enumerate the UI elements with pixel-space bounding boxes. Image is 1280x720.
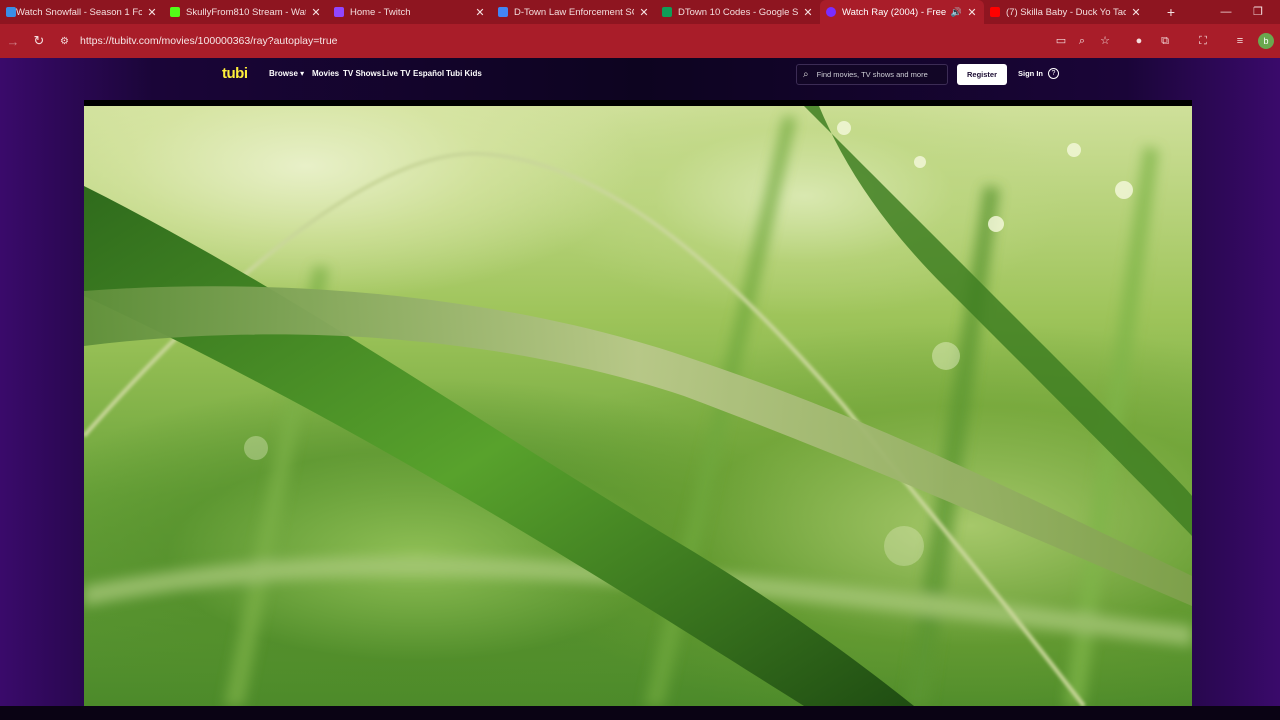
minimize-button[interactable]: — <box>1210 0 1242 24</box>
speaker-icon[interactable]: 🔊 <box>951 7 962 18</box>
tab-title: Home - Twitch <box>350 6 411 18</box>
browser-tab[interactable]: DTown 10 Codes - Google Shee ✕ <box>656 0 820 24</box>
zoom-icon[interactable]: ⌕ <box>1074 33 1090 49</box>
browser-tab[interactable]: (7) Skilla Baby - Duck Yo Taco ( ✕ <box>984 0 1148 24</box>
nav-tv-shows[interactable]: TV Shows <box>343 69 381 78</box>
google-sheets-favicon-icon <box>662 7 672 17</box>
google-docs-favicon-icon <box>498 7 508 17</box>
browser-tab-active[interactable]: Watch Ray (2004) - Free Mo 🔊 ✕ <box>820 0 984 24</box>
extensions-puzzle-icon[interactable]: ⧉ <box>1157 33 1173 49</box>
kick-favicon-icon <box>170 7 180 17</box>
search-icon: ⌕ <box>803 69 809 80</box>
search-input[interactable] <box>816 70 937 79</box>
url-text: https://tubitv.com/movies/100000363/ray?… <box>80 35 338 47</box>
close-tab-icon[interactable]: ✕ <box>966 6 978 19</box>
tubi-favicon-icon <box>826 7 836 17</box>
search-box[interactable]: ⌕ <box>796 64 948 85</box>
tubi-page: tubi Browse ▾ Movies TV Shows Live TV Es… <box>0 58 1280 720</box>
tubi-logo[interactable]: tubi <box>222 65 248 82</box>
site-header: tubi Browse ▾ Movies TV Shows Live TV Es… <box>0 58 1280 92</box>
page-bottom-strip <box>0 706 1280 720</box>
register-button[interactable]: Register <box>957 64 1007 85</box>
close-tab-icon[interactable]: ✕ <box>1130 6 1142 19</box>
caret-down-icon: ▾ <box>300 69 305 78</box>
youtube-favicon-icon <box>990 7 1000 17</box>
browser-toolbar: → ↻ ⚙ https://tubitv.com/movies/10000036… <box>0 24 1280 58</box>
bookmark-star-icon[interactable]: ☆ <box>1097 33 1113 49</box>
new-tab-button[interactable]: + <box>1160 4 1182 20</box>
browser-tab[interactable]: Home - Twitch ✕ <box>328 0 492 24</box>
extension-icon[interactable]: ● <box>1131 33 1147 49</box>
address-bar[interactable]: ⚙ https://tubitv.com/movies/100000363/ra… <box>60 29 1130 53</box>
media-controls-icon[interactable]: ≡ <box>1232 33 1248 49</box>
close-tab-icon[interactable]: ✕ <box>146 6 158 19</box>
video-player[interactable] <box>84 100 1192 706</box>
help-icon[interactable]: ? <box>1048 68 1059 79</box>
site-info-icon[interactable]: ⚙ <box>60 36 80 47</box>
browser-tab[interactable]: SkullyFrom810 Stream - Watch ✕ <box>164 0 328 24</box>
browser-tab-strip: Watch Snowfall - Season 1 For ✕ SkullyFr… <box>0 0 1280 24</box>
profile-avatar-icon[interactable]: b <box>1258 33 1274 49</box>
forward-arrow-icon[interactable]: → <box>0 34 26 49</box>
tab-title: SkullyFrom810 Stream - Watch <box>186 6 306 18</box>
twitch-favicon-icon <box>334 7 344 17</box>
tab-title: DTown 10 Codes - Google Shee <box>678 6 798 18</box>
restore-button[interactable]: ❐ <box>1242 0 1274 24</box>
grass-scene-image <box>84 106 1192 706</box>
tab-title: Watch Snowfall - Season 1 For <box>16 6 142 18</box>
sign-in-link[interactable]: Sign In <box>1018 69 1043 78</box>
browser-tab[interactable]: Watch Snowfall - Season 1 For ✕ <box>0 0 164 24</box>
tab-title: Watch Ray (2004) - Free Mo <box>842 6 949 18</box>
tab-favicon-icon <box>6 7 16 17</box>
nav-movies[interactable]: Movies <box>312 69 339 78</box>
tab-title: (7) Skilla Baby - Duck Yo Taco ( <box>1006 6 1126 18</box>
cast-icon[interactable]: ▭ <box>1053 33 1069 49</box>
close-tab-icon[interactable]: ✕ <box>474 6 486 19</box>
video-frame[interactable] <box>84 106 1192 706</box>
screenshot-icon[interactable]: ⛶ <box>1195 33 1211 49</box>
close-tab-icon[interactable]: ✕ <box>638 6 650 19</box>
tab-title: D-Town Law Enforcement SOP <box>514 6 634 18</box>
nav-espanol[interactable]: Español <box>413 69 444 78</box>
close-tab-icon[interactable]: ✕ <box>310 6 322 19</box>
nav-tubi-kids[interactable]: Tubi Kids <box>446 69 482 78</box>
close-tab-icon[interactable]: ✕ <box>802 6 814 19</box>
nav-browse-label: Browse <box>269 69 298 78</box>
browser-tab[interactable]: D-Town Law Enforcement SOP ✕ <box>492 0 656 24</box>
nav-live-tv[interactable]: Live TV <box>382 69 410 78</box>
reload-icon[interactable]: ↻ <box>26 33 52 49</box>
nav-browse[interactable]: Browse ▾ <box>269 69 304 78</box>
